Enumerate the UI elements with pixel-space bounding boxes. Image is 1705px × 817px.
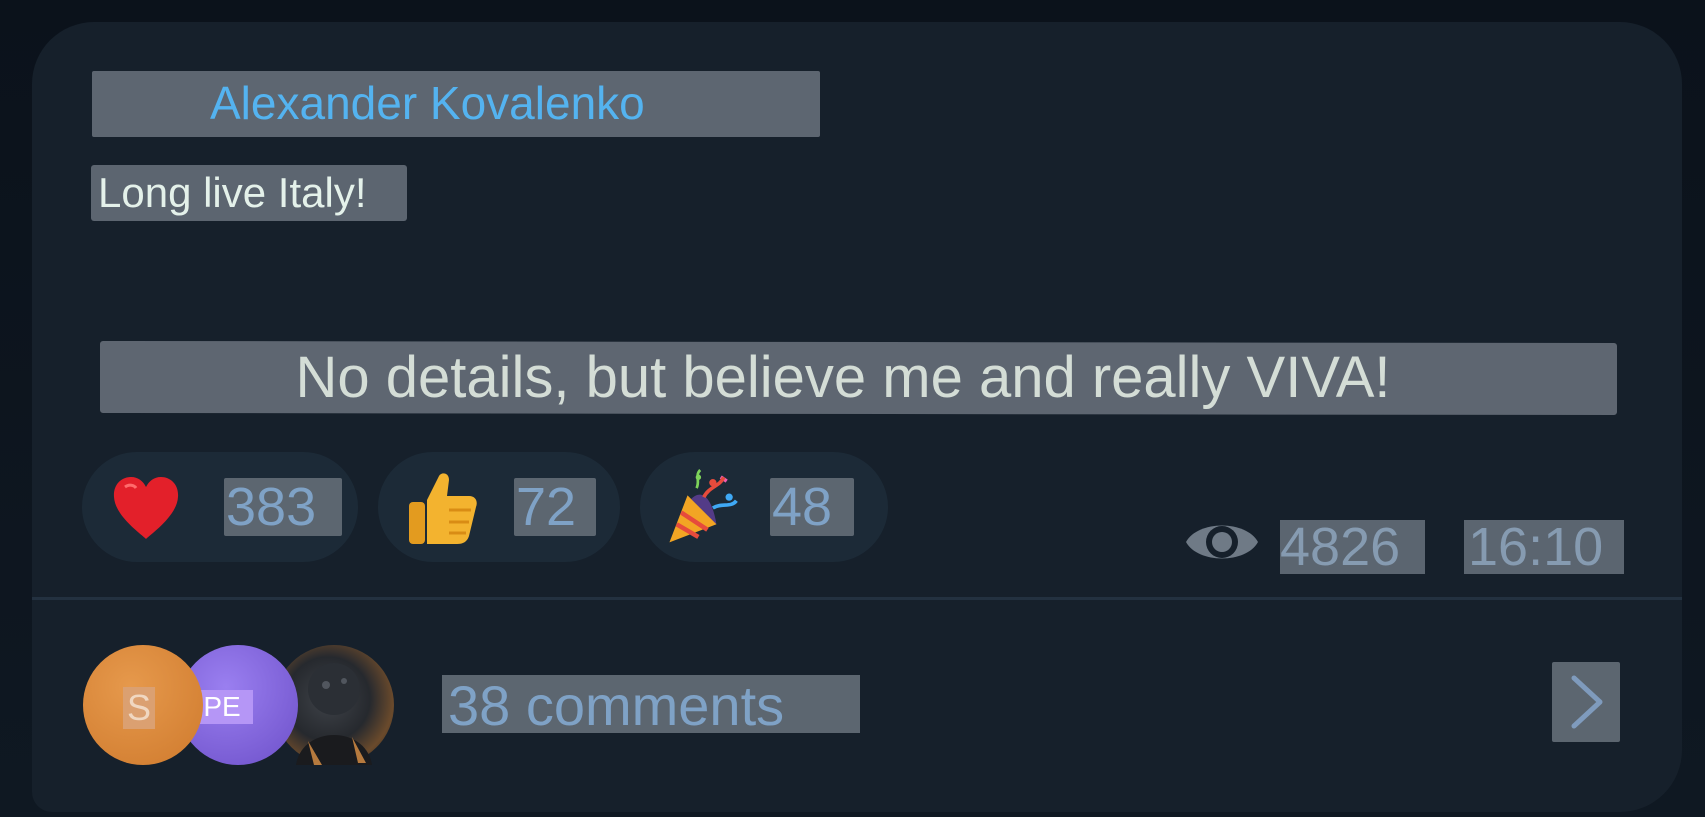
avatar: S	[83, 645, 203, 765]
author-name[interactable]: Alexander Kovalenko	[210, 78, 645, 128]
reaction-party-button[interactable]: 48	[640, 452, 888, 562]
divider	[32, 597, 1682, 600]
chevron-right-icon[interactable]	[1566, 674, 1608, 730]
detail-text: No details, but believe me and really VI…	[295, 345, 1391, 410]
view-count: 4826	[1280, 517, 1401, 577]
reaction-heart-button[interactable]: 383	[82, 452, 358, 562]
reaction-count: 383	[226, 477, 317, 537]
avatar-initials: S	[126, 687, 151, 728]
message-bubble[interactable]: Alexander Kovalenko Long live Italy! No …	[32, 22, 1682, 812]
party-popper-icon	[664, 469, 740, 546]
message-text: Long live Italy!	[98, 169, 367, 216]
eye-icon	[1182, 512, 1262, 572]
reaction-count: 48	[772, 477, 833, 537]
post-time: 16:10	[1468, 517, 1604, 577]
reaction-count: 72	[516, 477, 577, 537]
reaction-thumbs-up-button[interactable]: 72	[378, 452, 620, 562]
thumbs-up-icon	[404, 470, 480, 546]
heart-icon	[108, 470, 184, 546]
channel-post-view: Alexander Kovalenko Long live Italy! No …	[0, 0, 1705, 817]
comments-link[interactable]: 38 comments	[448, 678, 784, 734]
